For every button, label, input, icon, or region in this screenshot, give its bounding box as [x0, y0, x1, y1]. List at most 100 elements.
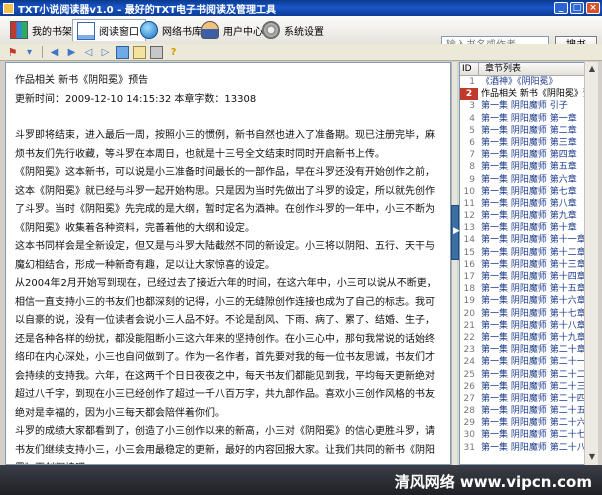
bookshelf-icon	[10, 21, 28, 39]
maximize-button[interactable]: □	[570, 2, 584, 14]
chapter-row[interactable]: 3 第一集 阴阳魔师 引子	[460, 100, 597, 112]
settings-icon[interactable]	[150, 45, 163, 59]
chapter-row[interactable]: 28 第一集 阴阳魔师 第二十五章	[460, 405, 597, 417]
chapter-row[interactable]: 16 第一集 阴阳魔师 第十三章	[460, 259, 597, 271]
reading-window-icon	[77, 21, 95, 40]
chapter-row[interactable]: 12 第一集 阴阳魔师 第九章	[460, 210, 597, 222]
chapter-row[interactable]: 27 第一集 阴阳魔师 第二十四章	[460, 393, 597, 405]
nav-item-label: 我的书架	[32, 26, 72, 38]
chapter-row[interactable]: 21 第一集 阴阳魔师 第十八章	[460, 320, 597, 332]
chapter-row[interactable]: 25 第一集 阴阳魔师 第二十二章	[460, 369, 597, 381]
chapter-row[interactable]: 8 第一集 阴阳魔师 第五章	[460, 161, 597, 173]
chapter-row[interactable]: 11 第一集 阴阳魔师 第八章	[460, 198, 597, 210]
chapter-row[interactable]: 24 第一集 阴阳魔师 第二十一章	[460, 356, 597, 368]
chapter-row[interactable]: 2 作品相关 新书《阴阳冕》预告	[460, 88, 597, 101]
document-meta: 更新时间：2009-12-10 14:15:32 本章字数：13308	[15, 93, 257, 105]
chapter-row[interactable]: 5 第一集 阴阳魔师 第二章	[460, 125, 597, 137]
chapter-row[interactable]: 22 第一集 阴阳魔师 第十九章	[460, 332, 597, 344]
gear-icon	[262, 21, 280, 39]
next-page-icon[interactable]: ▷	[99, 46, 112, 59]
chapter-row[interactable]: 14 第一集 阴阳魔师 第十一章	[460, 234, 597, 246]
chapter-row[interactable]: 26 第一集 阴阳魔师 第二十三章	[460, 381, 597, 393]
chapter-row[interactable]: 19 第一集 阴阳魔师 第十六章	[460, 295, 597, 307]
reading-pane[interactable]: 作品相关 新书《阴阳冕》预告 更新时间：2009-12-10 14:15:32 …	[5, 62, 451, 465]
chapter-id: 1	[469, 77, 475, 87]
chapter-id: 12	[463, 211, 475, 222]
chapter-id: 8	[469, 162, 475, 173]
chapter-row[interactable]: 23 第一集 阴阳魔师 第二十章	[460, 344, 597, 356]
column-header-id[interactable]: ID	[460, 63, 479, 75]
close-button[interactable]: ×	[586, 2, 600, 14]
chapter-row[interactable]: 4 第一集 阴阳魔师 第一章	[460, 113, 597, 125]
chapter-id: 22	[463, 332, 475, 343]
chapter-title: 第一集 阴阳魔师 第二十五章	[481, 406, 595, 417]
chapter-id: 28	[463, 406, 475, 417]
dropdown-icon[interactable]: ▾	[23, 46, 36, 59]
window-controls: _ □ ×	[554, 2, 600, 14]
chapter-row[interactable]: 7 第一集 阴阳魔师 第四章	[460, 149, 597, 161]
chapter-row[interactable]: 6 第一集 阴阳魔师 第三章	[460, 137, 597, 149]
scroll-up-icon[interactable]: ▲	[586, 64, 598, 74]
chapter-title: 第一集 阴阳魔师 第二十章	[481, 345, 586, 356]
chapter-id: 26	[463, 381, 475, 392]
chapter-id: 25	[463, 369, 475, 380]
paragraph: 《阴阳冕》这本新书，可以说是小三准备时间最长的一部作品，早在斗罗还没有开始创作之…	[15, 167, 435, 234]
back-icon[interactable]: ◀	[48, 46, 61, 59]
help-icon[interactable]: ?	[167, 46, 180, 59]
chapter-title: 第一集 阴阳魔师 第十五章	[481, 284, 586, 295]
chapter-id: 27	[463, 393, 475, 404]
chapter-row[interactable]: 15 第一集 阴阳魔师 第十二章	[460, 247, 597, 259]
nav-item-settings[interactable]: 系统设置	[258, 19, 330, 41]
chapter-title: 第一集 阴阳魔师 第二十三章	[481, 381, 595, 392]
chapter-row[interactable]: 17 第一集 阴阳魔师 第十四章	[460, 271, 597, 283]
chapter-list-scrollbar[interactable]: ▲ ▼	[584, 62, 598, 465]
nav-item-label: 系统设置	[284, 26, 324, 38]
window-title: TXT小说阅读器v1.0 - 最好的TXT电子书阅读及管理工具	[18, 4, 277, 16]
chapter-id: 30	[463, 430, 475, 441]
nav-item-bookshelf[interactable]: 我的书架	[6, 19, 78, 41]
bookmark-icon[interactable]	[116, 45, 129, 59]
chapter-title: 第一集 阴阳魔师 第六章	[481, 174, 577, 185]
chapter-title: 第一集 阴阳魔师 第十二章	[481, 247, 586, 258]
nav-item-label: 用户中心	[223, 26, 263, 38]
chapter-row[interactable]: 30 第一集 阴阳魔师 第二十七章	[460, 429, 597, 441]
chapter-list-panel: ID 章节列表 1 《酒神》《阴阳冕》 2 作品相关 新书《阴阳冕》预告 3 第一集 阴阳…	[459, 62, 598, 465]
chapter-title: 第一集 阴阳魔师 第五章	[481, 162, 577, 173]
nav-item-label: 阅读窗口	[99, 27, 139, 38]
chapter-title: 第一集 阴阳魔师 第七章	[481, 186, 577, 197]
toolbar-separator	[42, 46, 43, 58]
chapter-row[interactable]: 18 第一集 阴阳魔师 第十五章	[460, 283, 597, 295]
column-header-title[interactable]: 章节列表	[479, 63, 597, 75]
chapter-row[interactable]: 10 第一集 阴阳魔师 第七章	[460, 186, 597, 198]
chapter-title: 第一集 阴阳魔师 第十三章	[481, 259, 586, 270]
chapter-row[interactable]: 9 第一集 阴阳魔师 第六章	[460, 174, 597, 186]
watermark: 清风网络 www.vipcn.com	[394, 473, 592, 491]
chapter-title: 作品相关 新书《阴阳冕》预告	[481, 89, 597, 100]
chapter-title: 第一集 阴阳魔师 第二十六章	[481, 418, 595, 429]
chapter-id: 14	[463, 235, 475, 246]
view-icon[interactable]	[133, 45, 146, 59]
chapter-id: 24	[463, 357, 475, 368]
chapter-id: 2	[460, 88, 478, 101]
forward-icon[interactable]: ▶	[65, 46, 78, 59]
prev-page-icon[interactable]: ◁	[82, 46, 95, 59]
chapter-row[interactable]: 31 第一集 阴阳魔师 第二十八章	[460, 442, 597, 454]
chapter-title: 第一集 阴阳魔师 第三章	[481, 137, 577, 148]
collapse-panel-handle[interactable]: ▶	[451, 205, 460, 260]
chapter-row[interactable]: 20 第一集 阴阳魔师 第十七章	[460, 308, 597, 320]
scroll-down-icon[interactable]: ▼	[586, 452, 598, 462]
nav-item-reading-window[interactable]: 阅读窗口	[72, 19, 146, 41]
chapter-row[interactable]: 1 《酒神》《阴阳冕》	[460, 76, 597, 88]
chapter-row[interactable]: 29 第一集 阴阳魔师 第二十六章	[460, 417, 597, 429]
reader-toolbar: ⚑ ▾ ◀ ▶ ◁ ▷ ?	[0, 44, 602, 61]
chapter-row[interactable]: 13 第一集 阴阳魔师 第十章	[460, 222, 597, 234]
chapter-id: 23	[463, 345, 475, 356]
chapter-id: 10	[463, 186, 475, 197]
flag-icon[interactable]: ⚑	[6, 46, 19, 59]
chapter-id: 31	[463, 442, 475, 453]
minimize-button[interactable]: _	[554, 2, 568, 14]
chapter-id: 21	[463, 320, 475, 331]
chapter-id: 9	[469, 174, 475, 185]
chapter-title: 第一集 阴阳魔师 第十一章	[481, 235, 586, 246]
